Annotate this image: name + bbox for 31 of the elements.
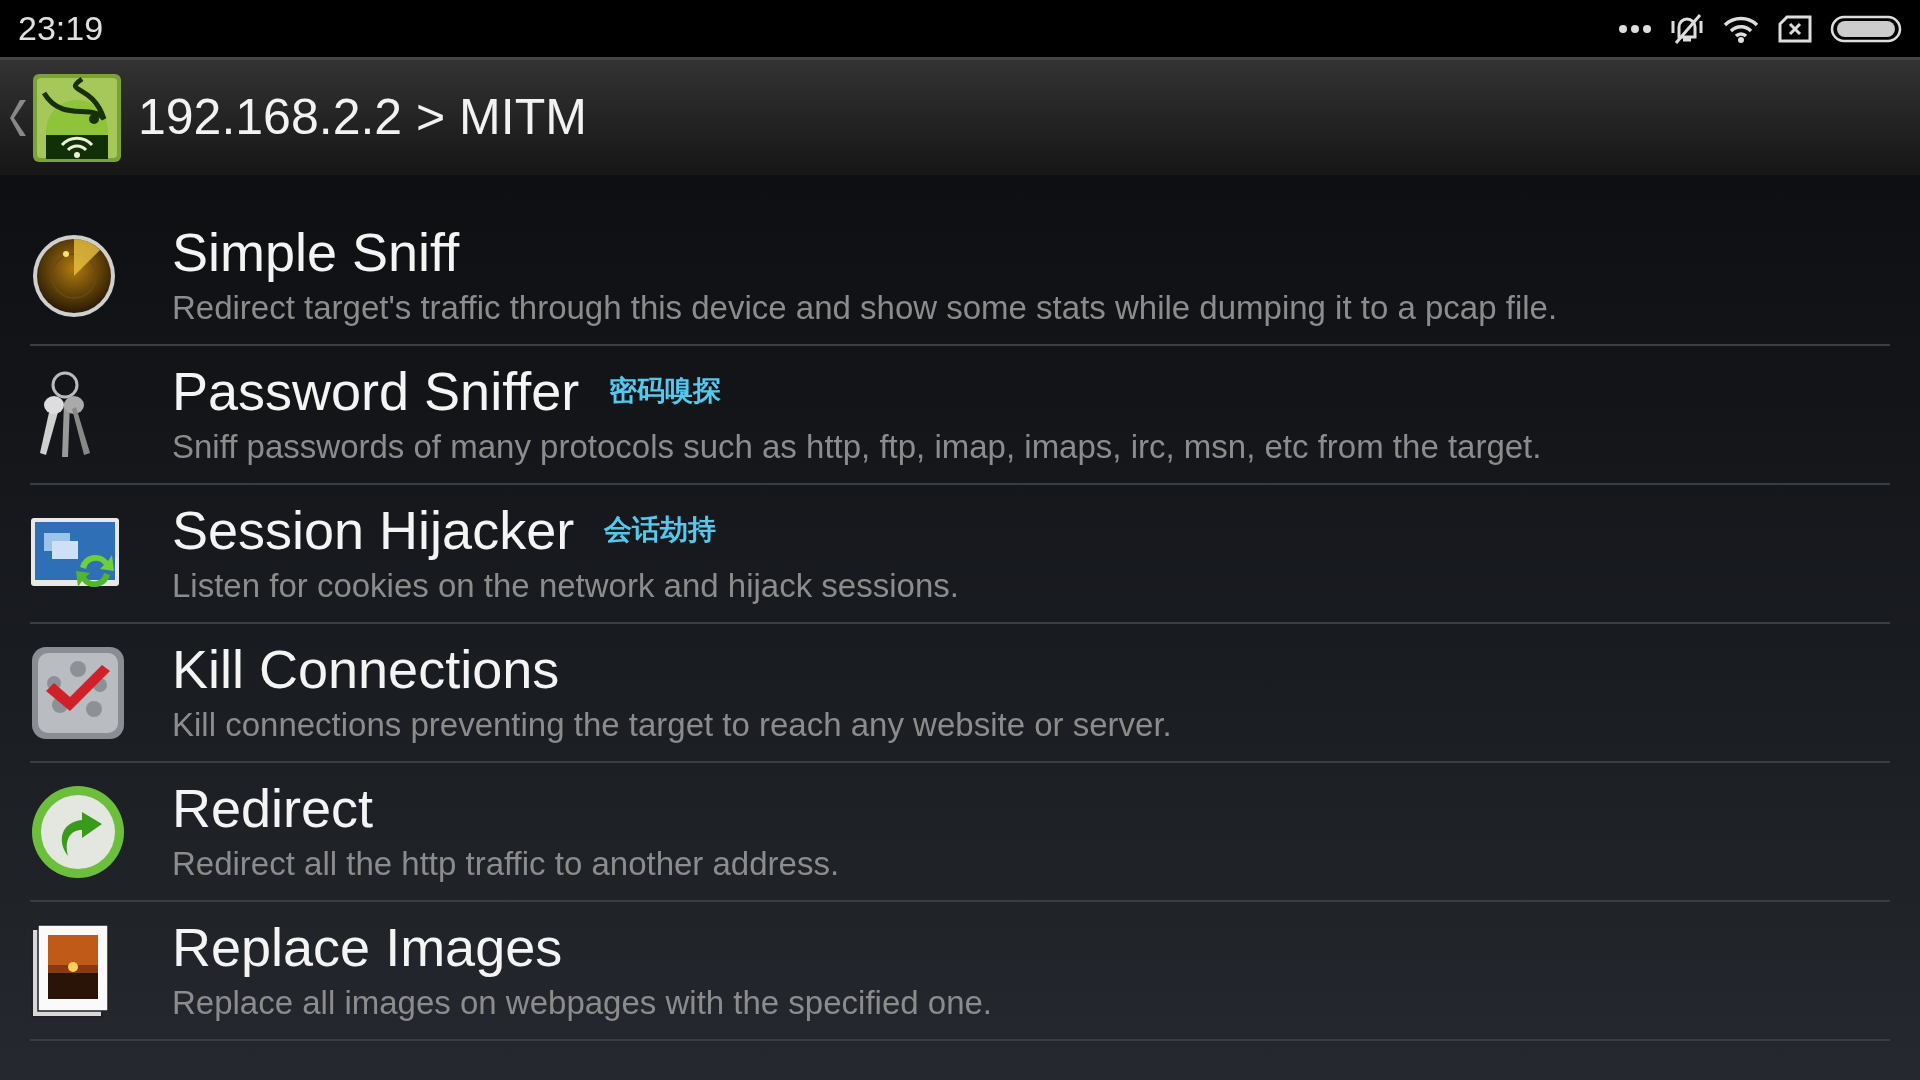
sim-error-icon bbox=[1778, 14, 1812, 43]
item-description: Redirect all the http traffic to another address. bbox=[172, 843, 840, 884]
menu-item[interactable]: Kill Connections Kill connections preventing the target to reach any website or server. bbox=[30, 624, 1890, 763]
image-file-icon bbox=[30, 922, 110, 1019]
status-time: 23:19 bbox=[18, 8, 104, 49]
item-title: Replace Images bbox=[172, 915, 563, 979]
item-description: Sniff passwords of many protocols such as http, ftp, imap, imaps, irc, msn, etc from the target. bbox=[172, 426, 1542, 467]
wifi-icon bbox=[1722, 14, 1760, 43]
screen-title: 192.168.2.2 > MITM bbox=[138, 88, 587, 147]
menu-item[interactable]: Session Hijacker 会话劫持 Listen for cookies on the network and hijack sessions. bbox=[30, 485, 1890, 624]
back-chevron-icon bbox=[10, 97, 28, 138]
more-dots-icon bbox=[1618, 23, 1652, 34]
item-title: Password Sniffer bbox=[172, 359, 580, 423]
menu-item[interactable]: Replace Images Replace all images on webpages with the specified one. bbox=[30, 902, 1890, 1041]
item-description: Kill connections preventing the target to reach any website or server. bbox=[172, 704, 1172, 745]
menu-item[interactable]: Redirect Redirect all the http traffic to another address. bbox=[30, 763, 1890, 902]
menu-item[interactable]: Simple Sniff Redirect target's traffic through this device and show some stats while dumping it to a pcap file. bbox=[30, 207, 1890, 346]
item-title: Session Hijacker bbox=[172, 498, 575, 562]
item-title: Kill Connections bbox=[172, 637, 560, 701]
item-title: Simple Sniff bbox=[172, 220, 460, 284]
bell-muted-icon bbox=[1670, 12, 1704, 45]
checkmark-icon bbox=[30, 644, 126, 741]
item-description: Listen for cookies on the network and hijack sessions. bbox=[172, 565, 959, 606]
menu-item[interactable]: Password Sniffer 密码嗅探 Sniff passwords of many protocols such as http, ftp, imap, imaps, irc, msn, etc from the target. bbox=[30, 346, 1890, 485]
battery-icon bbox=[1830, 14, 1902, 43]
item-description: Replace all images on webpages with the specified one. bbox=[172, 982, 992, 1023]
item-tag: 密码嗅探 bbox=[609, 369, 722, 412]
item-title: Redirect bbox=[172, 776, 374, 840]
app-logo-icon bbox=[32, 72, 122, 163]
item-description: Redirect target's traffic through this device and show some stats while dumping it to a pcap file. bbox=[172, 287, 1558, 328]
item-tag: 会话劫持 bbox=[604, 508, 717, 551]
